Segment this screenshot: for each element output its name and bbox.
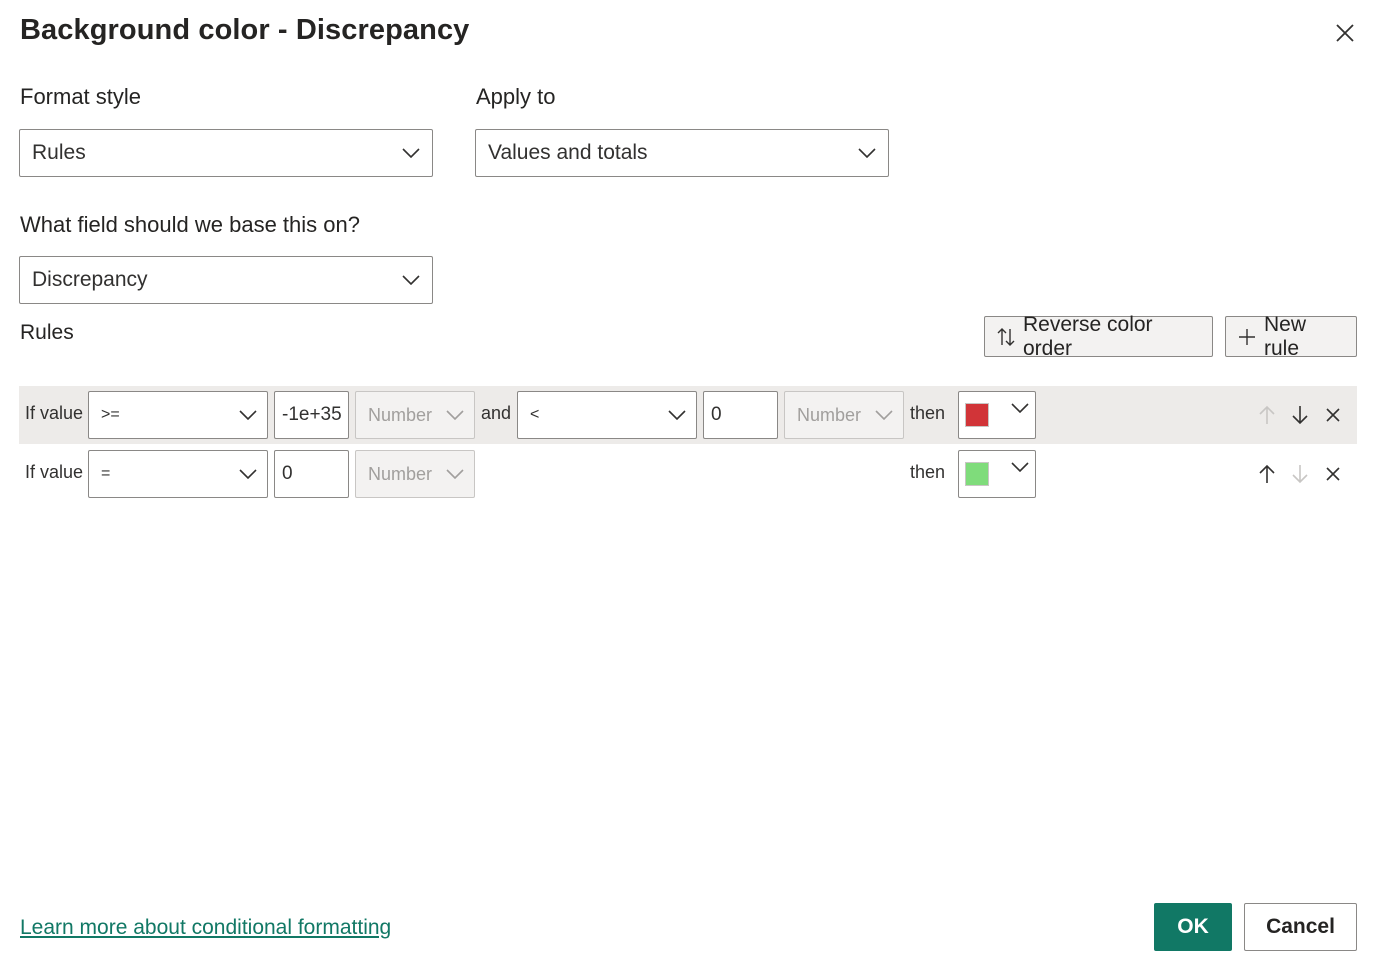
then-label: then (910, 403, 946, 423)
rule-2-move-down-button (1288, 462, 1312, 486)
plus-icon (1238, 328, 1256, 346)
chevron-down-icon (446, 410, 464, 420)
rule-1-type-2-dropdown: Number (784, 391, 904, 439)
reverse-color-order-label: Reverse color order (1023, 312, 1153, 360)
apply-to-value: Values and totals (488, 141, 648, 164)
arrow-up-icon (1258, 405, 1276, 425)
chevron-down-icon (1011, 462, 1029, 472)
rule-1-value-2-input[interactable]: 0 (703, 391, 778, 439)
rules-label: Rules (20, 321, 74, 344)
apply-to-dropdown[interactable]: Values and totals (475, 129, 889, 177)
close-icon (1325, 407, 1341, 423)
rule-2-type-1-dropdown: Number (355, 450, 475, 498)
base-field-value: Discrepancy (32, 268, 148, 291)
close-icon (1335, 23, 1355, 48)
type-value: Number (797, 404, 862, 425)
rule-1-operator-1-dropdown[interactable]: >= (88, 391, 268, 439)
rule-1-move-up-button (1255, 403, 1279, 427)
close-icon (1325, 466, 1341, 482)
chevron-down-icon (402, 275, 420, 285)
chevron-down-icon (1011, 403, 1029, 413)
if-value-label: If value (25, 403, 84, 423)
format-style-label: Format style (20, 84, 142, 109)
close-button[interactable] (1330, 20, 1360, 50)
chevron-down-icon (446, 469, 464, 479)
operator-value: >= (101, 406, 120, 423)
rule-1-value-1-input[interactable]: -1e+35 (274, 391, 349, 439)
ok-button[interactable]: OK (1154, 903, 1232, 951)
rule-1-operator-2-dropdown[interactable]: < (517, 391, 697, 439)
reverse-color-order-button[interactable]: Reverse color order (984, 313, 1213, 360)
color-swatch (965, 403, 989, 427)
color-swatch (965, 462, 989, 486)
learn-more-link[interactable]: Learn more about conditional formatting (20, 916, 391, 940)
cancel-button[interactable]: Cancel (1244, 903, 1357, 951)
operator-value: < (530, 406, 540, 423)
chevron-down-icon (239, 469, 257, 479)
rule-2-color-picker[interactable] (958, 450, 1036, 498)
base-field-label: What field should we base this on? (20, 212, 360, 237)
if-value-label: If value (25, 462, 84, 482)
rule-1-move-down-button[interactable] (1288, 403, 1312, 427)
chevron-down-icon (239, 410, 257, 420)
chevron-down-icon (402, 148, 420, 158)
rule-2-value-1-input[interactable]: 0 (274, 450, 349, 498)
rule-1-type-1-dropdown: Number (355, 391, 475, 439)
rule-2-move-up-button[interactable] (1255, 462, 1279, 486)
rule-1-color-picker[interactable] (958, 391, 1036, 439)
chevron-down-icon (858, 148, 876, 158)
sort-arrows-icon (997, 327, 1015, 347)
base-field-dropdown[interactable]: Discrepancy (19, 256, 433, 304)
chevron-down-icon (875, 410, 893, 420)
and-label: and (481, 403, 512, 423)
rule-1-delete-button[interactable] (1321, 403, 1345, 427)
apply-to-label: Apply to (476, 84, 556, 109)
arrow-down-icon (1291, 405, 1309, 425)
arrow-down-icon (1291, 464, 1309, 484)
chevron-down-icon (668, 410, 686, 420)
new-rule-button[interactable]: New rule (1225, 313, 1357, 360)
format-style-dropdown[interactable]: Rules (19, 129, 433, 177)
rule-2-operator-1-dropdown[interactable]: = (88, 450, 268, 498)
new-rule-label: New rule (1264, 312, 1307, 360)
then-label: then (910, 462, 946, 482)
arrow-up-icon (1258, 464, 1276, 484)
format-style-value: Rules (32, 141, 86, 164)
type-value: Number (368, 463, 433, 484)
dialog-title: Background color - Discrepancy (20, 14, 470, 46)
type-value: Number (368, 404, 433, 425)
operator-value: = (101, 465, 111, 482)
rule-2-delete-button[interactable] (1321, 462, 1345, 486)
conditional-format-dialog: Background color - Discrepancy Format st… (0, 0, 1375, 958)
